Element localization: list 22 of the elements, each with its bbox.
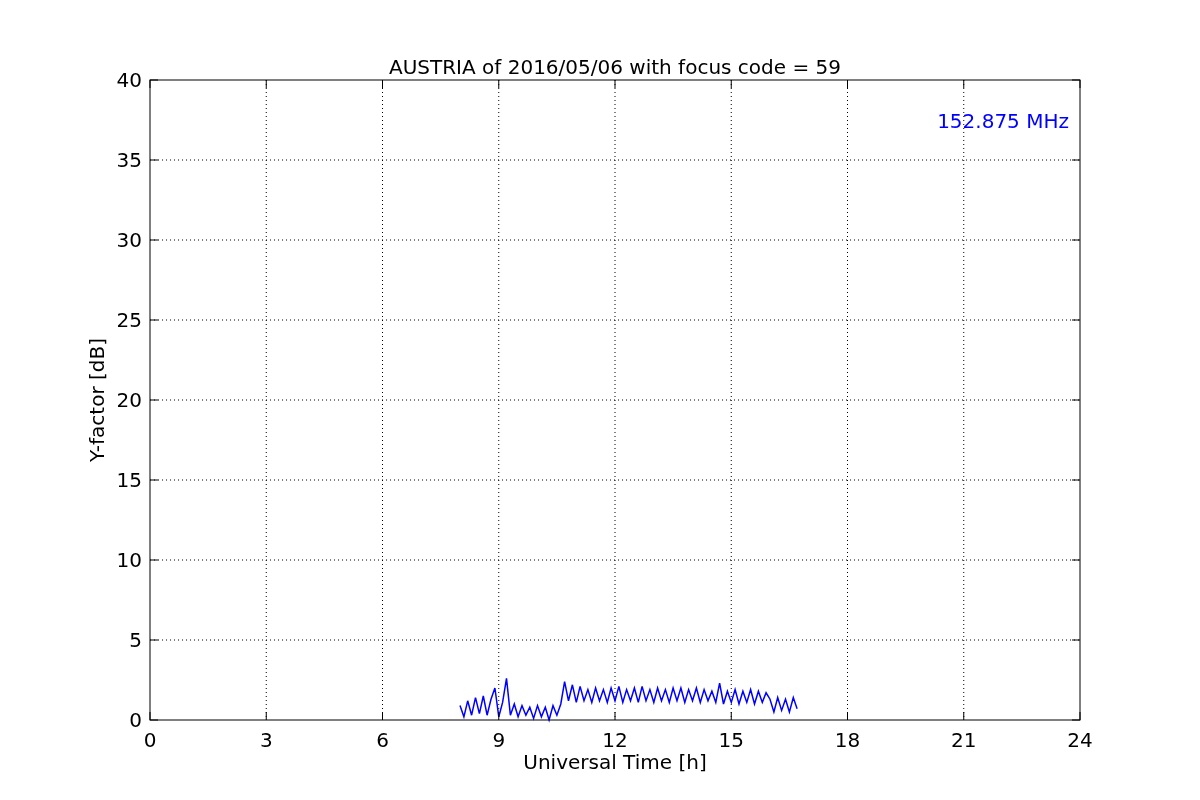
x-tick-label: 21 (951, 728, 977, 752)
y-tick-label: 10 (116, 548, 142, 572)
y-axis-label: Y-factor [dB] (85, 338, 109, 462)
x-tick-label: 3 (259, 728, 273, 752)
series-label: 152.875 MHz (937, 109, 1069, 133)
y-tick-label: 15 (116, 468, 142, 492)
x-tick-label: 12 (602, 728, 628, 752)
x-axis-label: Universal Time [h] (523, 750, 707, 774)
y-tick-label: 0 (129, 708, 142, 732)
x-tick-label: 18 (834, 728, 861, 752)
y-tick-label: 5 (129, 628, 142, 652)
y-tick-label: 30 (116, 228, 142, 252)
x-tick-label: 9 (492, 728, 506, 752)
x-tick-label: 24 (1067, 728, 1093, 752)
y-tick-label: 20 (116, 388, 142, 412)
x-tick-label: 6 (376, 728, 389, 752)
x-tick-label: 0 (143, 728, 157, 752)
y-tick-label: 25 (116, 308, 142, 332)
y-tick-label: 35 (116, 148, 142, 172)
y-tick-label: 40 (116, 68, 142, 92)
chart-title: AUSTRIA of 2016/05/06 with focus code = 59 (389, 55, 841, 79)
x-tick-label: 15 (718, 728, 744, 752)
